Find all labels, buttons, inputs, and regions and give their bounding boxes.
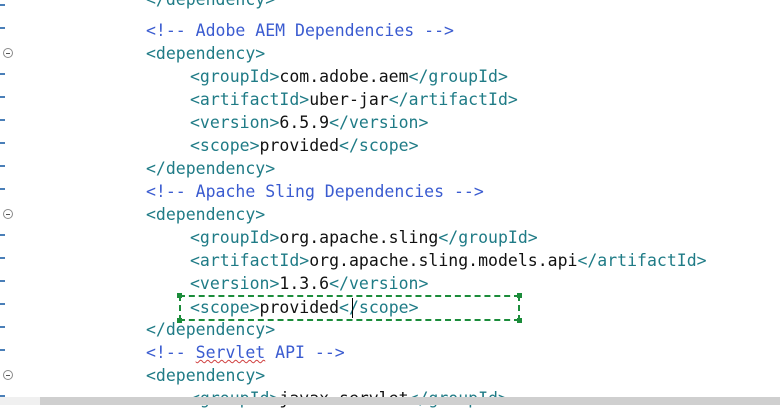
xml-comment: <!-- Apache Sling Dependencies --> bbox=[146, 182, 484, 201]
xml-tag: </version> bbox=[329, 113, 429, 132]
xml-comment: <!-- bbox=[146, 343, 196, 362]
xml-tag: <scope> bbox=[190, 136, 260, 155]
change-marker bbox=[0, 280, 5, 282]
code-line[interactable]: <groupId>com.adobe.aem</groupId> bbox=[190, 65, 508, 88]
horizontal-scrollbar[interactable] bbox=[40, 397, 780, 405]
code-line[interactable]: <dependency> bbox=[146, 203, 265, 226]
xml-text-value: org.apache.sling.models.api bbox=[309, 251, 578, 270]
code-line[interactable]: <scope>provided</scope> bbox=[190, 134, 419, 157]
xml-comment: API --> bbox=[265, 343, 345, 362]
change-marker bbox=[0, 349, 5, 351]
xml-tag: <artifactId> bbox=[190, 251, 310, 270]
selected-line-highlight bbox=[177, 293, 522, 323]
xml-tag: </version> bbox=[329, 274, 429, 293]
change-marker bbox=[0, 96, 5, 98]
selection-handle[interactable] bbox=[177, 293, 182, 298]
change-marker bbox=[0, 119, 5, 121]
code-line[interactable]: <version>1.3.6</version> bbox=[190, 272, 428, 295]
xml-text-value: 1.3.6 bbox=[279, 274, 330, 293]
code-editor[interactable]: </dependency> <!-- Adobe AEM Dependencies… bbox=[0, 0, 780, 408]
xml-text-value: uber-jar bbox=[309, 90, 389, 109]
xml-comment: Servlet bbox=[195, 343, 266, 362]
change-marker bbox=[0, 303, 5, 305]
change-marker bbox=[0, 27, 5, 29]
xml-tag: <groupId> bbox=[190, 228, 280, 247]
xml-text-value: org.apache.sling bbox=[279, 228, 439, 247]
change-marker bbox=[0, 326, 5, 328]
change-marker bbox=[0, 165, 5, 167]
xml-text-value: com.adobe.aem bbox=[279, 67, 409, 86]
code-line[interactable]: <version>6.5.9</version> bbox=[190, 111, 428, 134]
change-marker bbox=[0, 188, 5, 190]
code-line[interactable]: <!-- Apache Sling Dependencies --> bbox=[146, 180, 484, 203]
xml-tag: </dependency> bbox=[146, 159, 276, 178]
code-line[interactable]: <!-- Servlet API --> bbox=[146, 341, 345, 364]
xml-tag: <groupId> bbox=[190, 67, 280, 86]
xml-tag: <version> bbox=[190, 113, 280, 132]
xml-tag: </dependency> bbox=[146, 320, 276, 339]
xml-tag: </scope> bbox=[339, 136, 419, 155]
fold-collapse-icon[interactable] bbox=[3, 48, 13, 58]
code-line[interactable]: <groupId>org.apache.sling</groupId> bbox=[190, 226, 538, 249]
change-marker bbox=[0, 4, 5, 6]
xml-tag: </artifactId> bbox=[388, 90, 518, 109]
change-marker bbox=[0, 73, 5, 75]
xml-comment: <!-- Adobe AEM Dependencies --> bbox=[146, 21, 454, 40]
fold-collapse-icon[interactable] bbox=[3, 209, 13, 219]
code-line[interactable]: <artifactId>uber-jar</artifactId> bbox=[190, 88, 518, 111]
change-marker bbox=[0, 234, 5, 236]
change-marker bbox=[0, 142, 5, 144]
xml-tag: </dependency> bbox=[146, 0, 275, 9]
code-line[interactable]: </dependency> bbox=[146, 318, 275, 341]
editor-gutter[interactable] bbox=[0, 0, 14, 405]
selection-handle[interactable] bbox=[177, 318, 182, 323]
text-caret bbox=[352, 298, 353, 318]
code-line[interactable]: <dependency> bbox=[146, 364, 265, 387]
code-line[interactable]: <dependency> bbox=[146, 42, 265, 65]
xml-tag: </groupId> bbox=[438, 228, 538, 247]
change-marker bbox=[0, 257, 5, 259]
selection-handle[interactable] bbox=[517, 318, 522, 323]
xml-tag: <dependency> bbox=[146, 366, 266, 385]
xml-text-value: provided bbox=[259, 136, 340, 155]
fold-collapse-icon[interactable] bbox=[3, 370, 13, 380]
code-line[interactable]: </dependency> bbox=[146, 157, 275, 180]
xml-tag: <artifactId> bbox=[190, 90, 310, 109]
selection-handle[interactable] bbox=[517, 293, 522, 298]
code-line[interactable]: <!-- Adobe AEM Dependencies --> bbox=[146, 19, 454, 42]
xml-tag: </artifactId> bbox=[577, 251, 707, 270]
code-line[interactable]: <artifactId>org.apache.sling.models.api<… bbox=[190, 249, 707, 272]
xml-tag: <version> bbox=[190, 274, 280, 293]
xml-text-value: 6.5.9 bbox=[279, 113, 330, 132]
xml-tag: <dependency> bbox=[146, 205, 266, 224]
code-line[interactable]: </dependency> bbox=[146, 0, 275, 11]
scrollbar-track[interactable] bbox=[0, 397, 40, 405]
xml-tag: <dependency> bbox=[146, 44, 266, 63]
xml-tag: </groupId> bbox=[408, 67, 508, 86]
